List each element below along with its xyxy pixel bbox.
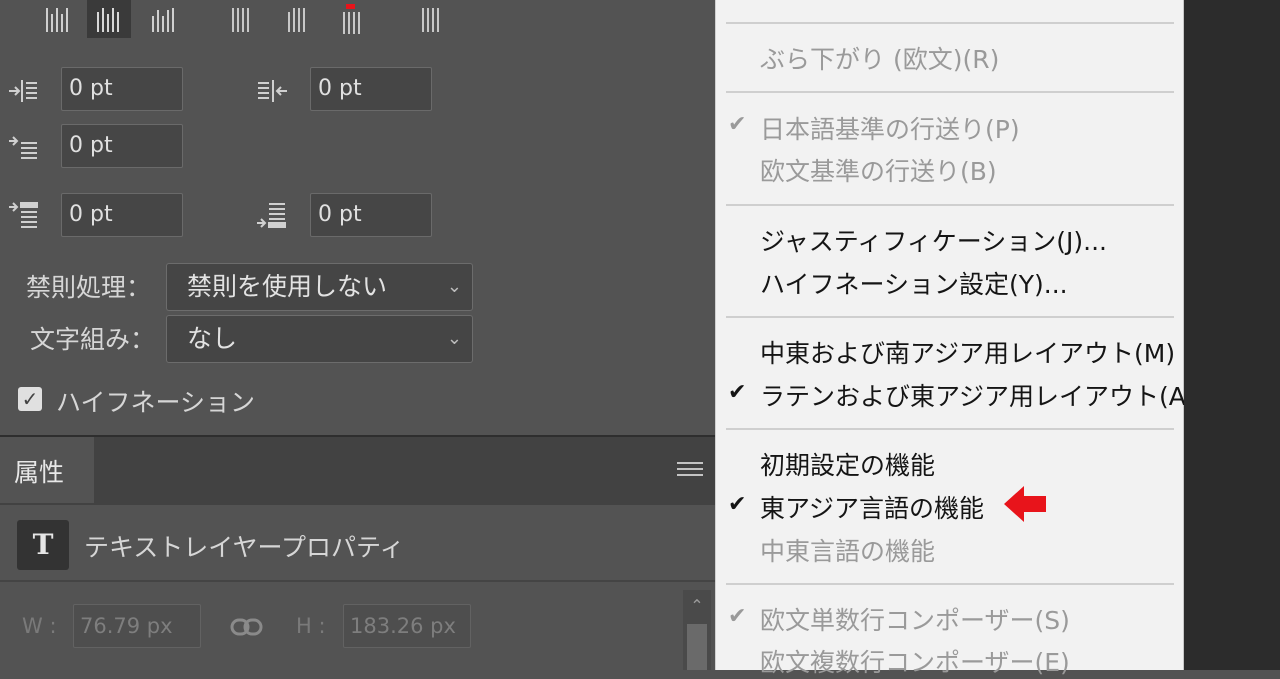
mojikumi-value: なし bbox=[187, 324, 238, 353]
indent-first-line-input[interactable]: 0 pt bbox=[61, 124, 183, 168]
chevron-down-icon: ⌄ bbox=[446, 328, 462, 349]
red-marker-icon bbox=[346, 4, 355, 9]
menu-item-east-asian-features[interactable]: 東アジア言語の機能 bbox=[760, 489, 984, 525]
mojikumi-label: 文字組み： bbox=[30, 325, 156, 354]
alignment-toolbar bbox=[0, 0, 460, 40]
hyphenation-label: ハイフネーション bbox=[56, 388, 256, 417]
menu-separator bbox=[726, 428, 1174, 430]
menu-separator bbox=[726, 22, 1174, 24]
menu-item-justification[interactable]: ジャスティフィケーション(J)... bbox=[760, 222, 1107, 258]
space-before-input[interactable]: 0 pt bbox=[61, 193, 183, 237]
justify-last-center-button[interactable] bbox=[276, 0, 320, 38]
indent-first-line-icon bbox=[5, 133, 45, 163]
text-layer-icon: T bbox=[17, 520, 69, 570]
space-after-icon bbox=[253, 200, 293, 230]
align-right-button[interactable] bbox=[142, 0, 186, 38]
scroll-up-icon[interactable]: ⌃ bbox=[683, 590, 711, 622]
properties-tabstrip bbox=[0, 435, 715, 505]
kinsoku-value: 禁則を使用しない bbox=[187, 272, 388, 301]
space-after-input[interactable]: 0 pt bbox=[310, 193, 432, 237]
justify-left-icon bbox=[46, 8, 68, 32]
menu-separator bbox=[726, 316, 1174, 318]
chain-link-icon[interactable] bbox=[230, 616, 264, 642]
menu-item-every-line-composer[interactable]: 欧文複数行コンポーザー(E) bbox=[760, 643, 1070, 679]
justify-last-right-button[interactable] bbox=[331, 0, 375, 38]
menu-item-roman-hanging[interactable]: ぶら下がり (欧文)(R) bbox=[760, 40, 999, 76]
check-icon: ✔ bbox=[728, 112, 747, 137]
tab-properties[interactable]: 属性 bbox=[0, 437, 94, 503]
kinsoku-select[interactable]: 禁則を使用しない ⌄ bbox=[166, 263, 473, 311]
check-icon: ✔ bbox=[728, 604, 747, 629]
menu-item-roman-leading[interactable]: 欧文基準の行送り(B) bbox=[760, 152, 997, 188]
menu-separator bbox=[726, 583, 1174, 585]
divider bbox=[0, 580, 715, 582]
check-icon: ✔ bbox=[728, 380, 747, 405]
kinsoku-label: 禁則処理： bbox=[26, 273, 152, 302]
paragraph-options-menu: ぶら下がり (欧文)(R) ✔ 日本語基準の行送り(P) 欧文基準の行送り(B)… bbox=[715, 0, 1196, 677]
justify-center-icon bbox=[97, 8, 119, 32]
justify-all-right-icon bbox=[343, 4, 360, 34]
height-input[interactable]: 183.26 px bbox=[343, 604, 471, 648]
indent-left-icon bbox=[5, 76, 45, 106]
menu-item-japanese-leading[interactable]: 日本語基準の行送り(P) bbox=[760, 110, 1020, 146]
indent-left-input[interactable]: 0 pt bbox=[61, 67, 183, 111]
space-before-icon bbox=[5, 200, 45, 230]
menu-item-latin-east-asian-layout[interactable]: ラテンおよび東アジア用レイアウト(A) bbox=[760, 377, 1196, 413]
chevron-down-icon: ⌄ bbox=[446, 276, 462, 297]
justify-all-icon bbox=[232, 8, 249, 32]
scroll-thumb[interactable] bbox=[687, 624, 707, 670]
menu-separator bbox=[726, 204, 1174, 206]
justify-right-icon bbox=[152, 8, 174, 32]
menu-item-middle-east-layout[interactable]: 中東および南アジア用レイアウト(M) bbox=[760, 334, 1175, 370]
menu-item-hyphenation-settings[interactable]: ハイフネーション設定(Y)... bbox=[760, 265, 1068, 301]
hamburger-icon[interactable] bbox=[677, 458, 703, 480]
red-left-arrow-icon bbox=[1004, 484, 1048, 528]
tab-properties-label: 属性 bbox=[14, 458, 65, 487]
mojikumi-select[interactable]: なし ⌄ bbox=[166, 315, 473, 363]
align-left-button[interactable] bbox=[36, 0, 80, 38]
justify-last-left-button[interactable] bbox=[220, 0, 264, 38]
menu-item-single-line-composer[interactable]: 欧文単数行コンポーザー(S) bbox=[760, 601, 1070, 637]
height-label: H : bbox=[296, 614, 326, 638]
paragraph-panel: 0 pt 0 pt 0 pt 0 pt 0 pt 禁則処理： 禁則を使用しない … bbox=[0, 0, 715, 435]
indent-right-input[interactable]: 0 pt bbox=[310, 67, 432, 111]
indent-right-icon bbox=[253, 76, 293, 106]
justify-all-center-icon bbox=[288, 8, 305, 32]
width-label: W : bbox=[22, 614, 57, 638]
width-input[interactable]: 76.79 px bbox=[73, 604, 201, 648]
check-icon: ✓ bbox=[21, 387, 39, 411]
properties-scrollbar[interactable]: ⌃ bbox=[683, 590, 711, 670]
menu-item-default-features[interactable]: 初期設定の機能 bbox=[760, 446, 935, 482]
menu-item-middle-east-features[interactable]: 中東言語の機能 bbox=[760, 532, 935, 568]
workspace-background bbox=[1184, 0, 1280, 670]
align-center-button[interactable] bbox=[87, 0, 131, 38]
check-icon: ✔ bbox=[728, 492, 747, 517]
layer-type-label: テキストレイヤープロパティ bbox=[84, 533, 405, 562]
menu-separator bbox=[726, 91, 1174, 93]
justify-full-icon bbox=[422, 8, 439, 32]
hyphenation-checkbox[interactable]: ✓ bbox=[18, 387, 42, 411]
justify-all-button[interactable] bbox=[410, 0, 454, 38]
